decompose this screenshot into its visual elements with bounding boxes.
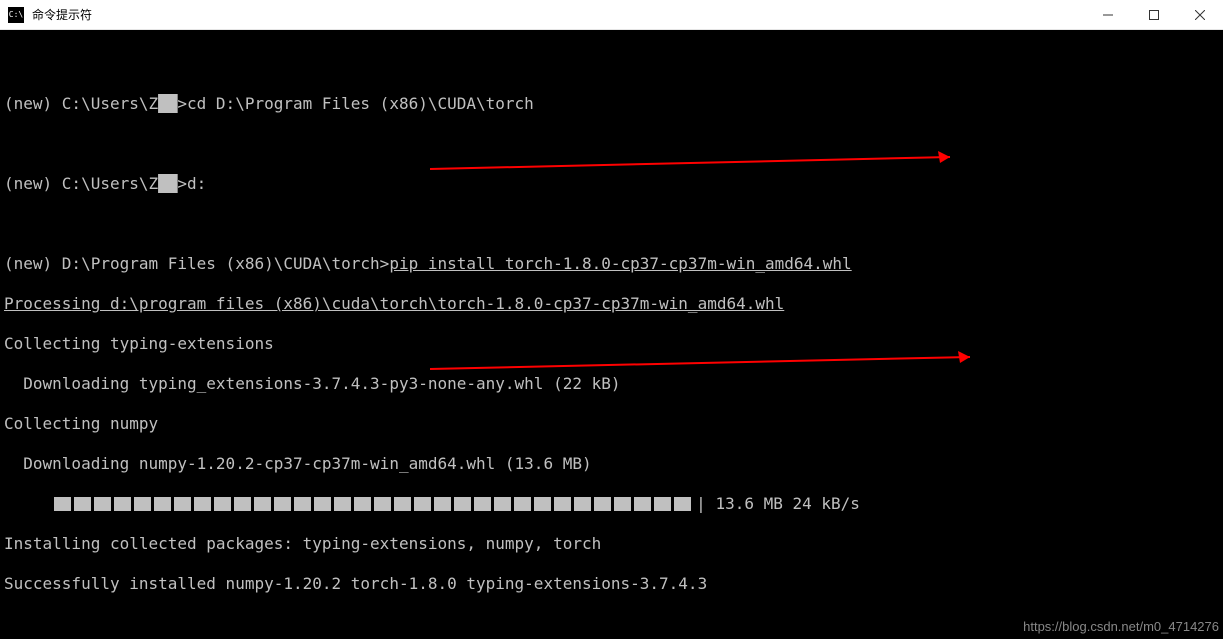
cmd-icon: C:\ (8, 7, 24, 23)
progress-bar-1: | 13.6 MB 24 kB/s (4, 494, 1223, 514)
pip-command-1: pip install torch-1.8.0-cp37-cp37m-win_a… (389, 254, 851, 273)
terminal-line: (new) C:\Users\Z██>cd D:\Program Files (… (4, 94, 1223, 114)
watermark: https://blog.csdn.net/m0_4714276 (1023, 617, 1219, 637)
terminal-line: (new) D:\Program Files (x86)\CUDA\torch>… (4, 254, 1223, 274)
terminal-line (4, 134, 1223, 154)
terminal-line: Installing collected packages: typing-ex… (4, 534, 1223, 554)
terminal-line (4, 214, 1223, 234)
terminal-output[interactable]: (new) C:\Users\Z██>cd D:\Program Files (… (0, 30, 1223, 639)
titlebar: C:\ 命令提示符 (0, 0, 1223, 30)
terminal-line: Successfully installed numpy-1.20.2 torc… (4, 574, 1223, 594)
minimize-button[interactable] (1085, 0, 1131, 30)
window-title: 命令提示符 (32, 6, 92, 23)
terminal-line: Processing d:\program files (x86)\cuda\t… (4, 294, 1223, 314)
terminal-line: Downloading typing_extensions-3.7.4.3-py… (4, 374, 1223, 394)
terminal-line: (new) C:\Users\Z██>d: (4, 174, 1223, 194)
terminal-line: Downloading numpy-1.20.2-cp37-cp37m-win_… (4, 454, 1223, 474)
maximize-button[interactable] (1131, 0, 1177, 30)
terminal-line (4, 54, 1223, 74)
close-button[interactable] (1177, 0, 1223, 30)
terminal-line: Collecting numpy (4, 414, 1223, 434)
terminal-line: Collecting typing-extensions (4, 334, 1223, 354)
window-controls (1085, 0, 1223, 30)
